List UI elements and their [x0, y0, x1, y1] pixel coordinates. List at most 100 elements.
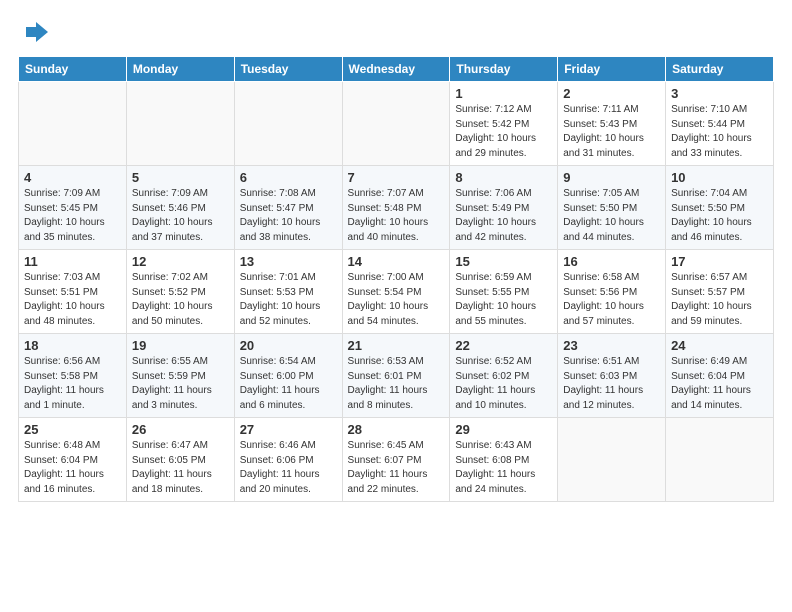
- day-number: 17: [671, 254, 768, 269]
- day-info: Sunrise: 6:52 AM Sunset: 6:02 PM Dayligh…: [455, 355, 552, 413]
- day-info: Sunrise: 7:11 AM Sunset: 5:43 PM Dayligh…: [563, 103, 660, 161]
- day-info: Sunrise: 6:51 AM Sunset: 6:03 PM Dayligh…: [563, 355, 660, 413]
- weekday-tuesday: Tuesday: [234, 57, 342, 82]
- day-cell: 3 Sunrise: 7:10 AM Sunset: 5:44 PM Daylig…: [666, 82, 774, 166]
- day-number: 24: [671, 338, 768, 353]
- day-info: Sunrise: 7:12 AM Sunset: 5:42 PM Dayligh…: [455, 103, 552, 161]
- day-cell: 11 Sunrise: 7:03 AM Sunset: 5:51 PM Dayli…: [19, 250, 127, 334]
- day-number: 26: [132, 422, 229, 437]
- day-info: Sunrise: 6:59 AM Sunset: 5:55 PM Dayligh…: [455, 271, 552, 329]
- day-info: Sunrise: 7:10 AM Sunset: 5:44 PM Dayligh…: [671, 103, 768, 161]
- day-cell: 4 Sunrise: 7:09 AM Sunset: 5:45 PM Daylig…: [19, 166, 127, 250]
- day-cell: 24 Sunrise: 6:49 AM Sunset: 6:04 PM Dayli…: [666, 334, 774, 418]
- day-info: Sunrise: 7:05 AM Sunset: 5:50 PM Dayligh…: [563, 187, 660, 245]
- day-cell: 1 Sunrise: 7:12 AM Sunset: 5:42 PM Daylig…: [450, 82, 558, 166]
- day-number: 1: [455, 86, 552, 101]
- header: [18, 18, 774, 46]
- weekday-thursday: Thursday: [450, 57, 558, 82]
- day-number: 6: [240, 170, 337, 185]
- day-number: 11: [24, 254, 121, 269]
- day-number: 25: [24, 422, 121, 437]
- logo: [18, 18, 50, 46]
- day-cell: 27 Sunrise: 6:46 AM Sunset: 6:06 PM Dayli…: [234, 418, 342, 502]
- day-info: Sunrise: 7:06 AM Sunset: 5:49 PM Dayligh…: [455, 187, 552, 245]
- day-info: Sunrise: 6:56 AM Sunset: 5:58 PM Dayligh…: [24, 355, 121, 413]
- calendar: SundayMondayTuesdayWednesdayThursdayFrid…: [18, 56, 774, 502]
- day-cell: 13Sunrise: 7:01 AM Sunset: 5:53 PM Dayli…: [234, 250, 342, 334]
- page: SundayMondayTuesdayWednesdayThursdayFrid…: [0, 0, 792, 512]
- day-number: 4: [24, 170, 121, 185]
- day-info: Sunrise: 7:09 AM Sunset: 5:46 PM Dayligh…: [132, 187, 229, 245]
- day-cell: 7 Sunrise: 7:07 AM Sunset: 5:48 PM Daylig…: [342, 166, 450, 250]
- week-row-2: 11 Sunrise: 7:03 AM Sunset: 5:51 PM Dayli…: [19, 250, 774, 334]
- day-cell: 5 Sunrise: 7:09 AM Sunset: 5:46 PM Daylig…: [126, 166, 234, 250]
- day-number: 5: [132, 170, 229, 185]
- day-number: 2: [563, 86, 660, 101]
- day-cell: 20 Sunrise: 6:54 AM Sunset: 6:00 PM Dayli…: [234, 334, 342, 418]
- day-info: Sunrise: 6:54 AM Sunset: 6:00 PM Dayligh…: [240, 355, 337, 413]
- day-cell: 16 Sunrise: 6:58 AM Sunset: 5:56 PM Dayli…: [558, 250, 666, 334]
- day-cell: 26Sunrise: 6:47 AM Sunset: 6:05 PM Dayli…: [126, 418, 234, 502]
- day-number: 13: [240, 254, 337, 269]
- weekday-sunday: Sunday: [19, 57, 127, 82]
- day-number: 12: [132, 254, 229, 269]
- day-cell: [342, 82, 450, 166]
- day-number: 21: [348, 338, 445, 353]
- day-number: 18: [24, 338, 121, 353]
- day-info: Sunrise: 7:07 AM Sunset: 5:48 PM Dayligh…: [348, 187, 445, 245]
- day-number: 19: [132, 338, 229, 353]
- day-info: Sunrise: 6:57 AM Sunset: 5:57 PM Dayligh…: [671, 271, 768, 329]
- day-cell: 17 Sunrise: 6:57 AM Sunset: 5:57 PM Dayli…: [666, 250, 774, 334]
- day-cell: [19, 82, 127, 166]
- day-number: 16: [563, 254, 660, 269]
- day-cell: 12 Sunrise: 7:02 AM Sunset: 5:52 PM Dayli…: [126, 250, 234, 334]
- day-cell: 15 Sunrise: 6:59 AM Sunset: 5:55 PM Dayli…: [450, 250, 558, 334]
- day-cell: 28 Sunrise: 6:45 AM Sunset: 6:07 PM Dayli…: [342, 418, 450, 502]
- day-cell: 19 Sunrise: 6:55 AM Sunset: 5:59 PM Dayli…: [126, 334, 234, 418]
- weekday-header-row: SundayMondayTuesdayWednesdayThursdayFrid…: [19, 57, 774, 82]
- day-number: 7: [348, 170, 445, 185]
- day-cell: 25 Sunrise: 6:48 AM Sunset: 6:04 PM Dayli…: [19, 418, 127, 502]
- day-info: Sunrise: 7:02 AM Sunset: 5:52 PM Dayligh…: [132, 271, 229, 329]
- day-number: 27: [240, 422, 337, 437]
- day-info: Sunrise: 6:45 AM Sunset: 6:07 PM Dayligh…: [348, 439, 445, 497]
- day-cell: 18 Sunrise: 6:56 AM Sunset: 5:58 PM Dayli…: [19, 334, 127, 418]
- day-cell: [126, 82, 234, 166]
- day-number: 28: [348, 422, 445, 437]
- day-info: Sunrise: 6:55 AM Sunset: 5:59 PM Dayligh…: [132, 355, 229, 413]
- day-info: Sunrise: 6:43 AM Sunset: 6:08 PM Dayligh…: [455, 439, 552, 497]
- day-number: 3: [671, 86, 768, 101]
- week-row-0: 1 Sunrise: 7:12 AM Sunset: 5:42 PM Daylig…: [19, 82, 774, 166]
- day-number: 9: [563, 170, 660, 185]
- day-info: Sunrise: 6:46 AM Sunset: 6:06 PM Dayligh…: [240, 439, 337, 497]
- day-info: Sunrise: 7:00 AM Sunset: 5:54 PM Dayligh…: [348, 271, 445, 329]
- day-cell: 23 Sunrise: 6:51 AM Sunset: 6:03 PM Dayli…: [558, 334, 666, 418]
- day-number: 20: [240, 338, 337, 353]
- day-number: 8: [455, 170, 552, 185]
- day-cell: 6 Sunrise: 7:08 AM Sunset: 5:47 PM Daylig…: [234, 166, 342, 250]
- day-number: 14: [348, 254, 445, 269]
- day-info: Sunrise: 6:58 AM Sunset: 5:56 PM Dayligh…: [563, 271, 660, 329]
- day-cell: [558, 418, 666, 502]
- week-row-1: 4 Sunrise: 7:09 AM Sunset: 5:45 PM Daylig…: [19, 166, 774, 250]
- day-number: 29: [455, 422, 552, 437]
- day-info: Sunrise: 7:03 AM Sunset: 5:51 PM Dayligh…: [24, 271, 121, 329]
- day-info: Sunrise: 6:48 AM Sunset: 6:04 PM Dayligh…: [24, 439, 121, 497]
- day-info: Sunrise: 6:49 AM Sunset: 6:04 PM Dayligh…: [671, 355, 768, 413]
- day-cell: 9 Sunrise: 7:05 AM Sunset: 5:50 PM Daylig…: [558, 166, 666, 250]
- weekday-friday: Friday: [558, 57, 666, 82]
- day-number: 15: [455, 254, 552, 269]
- day-info: Sunrise: 6:53 AM Sunset: 6:01 PM Dayligh…: [348, 355, 445, 413]
- day-cell: 14 Sunrise: 7:00 AM Sunset: 5:54 PM Dayli…: [342, 250, 450, 334]
- day-number: 23: [563, 338, 660, 353]
- day-cell: [666, 418, 774, 502]
- day-number: 10: [671, 170, 768, 185]
- day-number: 22: [455, 338, 552, 353]
- day-cell: 29 Sunrise: 6:43 AM Sunset: 6:08 PM Dayli…: [450, 418, 558, 502]
- day-info: Sunrise: 7:09 AM Sunset: 5:45 PM Dayligh…: [24, 187, 121, 245]
- day-info: Sunrise: 7:08 AM Sunset: 5:47 PM Dayligh…: [240, 187, 337, 245]
- logo-icon: [22, 18, 50, 46]
- week-row-3: 18 Sunrise: 6:56 AM Sunset: 5:58 PM Dayli…: [19, 334, 774, 418]
- day-info: Sunrise: 7:04 AM Sunset: 5:50 PM Dayligh…: [671, 187, 768, 245]
- day-cell: 8 Sunrise: 7:06 AM Sunset: 5:49 PM Daylig…: [450, 166, 558, 250]
